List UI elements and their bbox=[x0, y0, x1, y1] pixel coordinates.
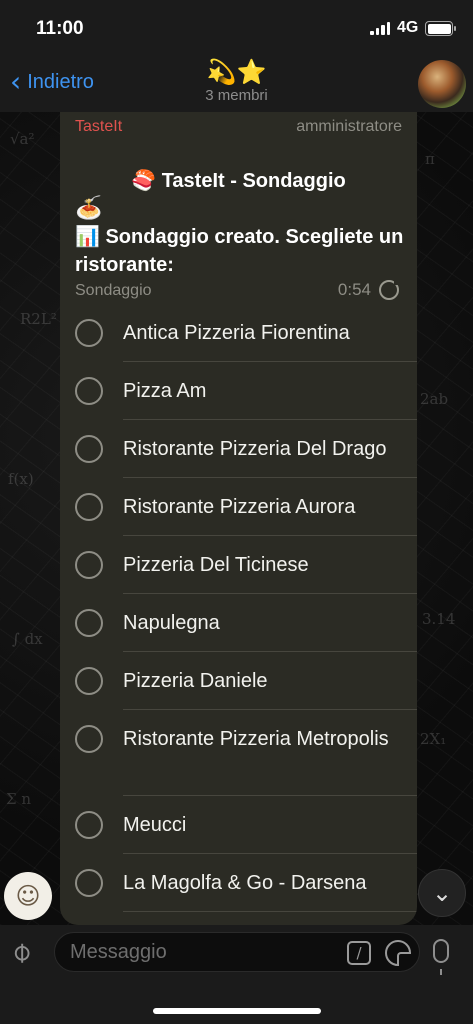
bot-command-icon[interactable]: / bbox=[347, 941, 371, 965]
network-label: 4G bbox=[397, 19, 419, 36]
background-doodle: 2X₁ bbox=[420, 730, 447, 748]
poll-option[interactable]: Ristorante Pizzeria Del Drago bbox=[60, 420, 417, 478]
poll-message-bubble: TasteIt amministratore 🍣 TasteIt - Sonda… bbox=[60, 112, 417, 925]
signal-icon bbox=[370, 22, 390, 35]
poll-option-label: Pizzeria Daniele bbox=[123, 670, 268, 692]
chat-title[interactable]: 💫⭐ bbox=[0, 58, 473, 86]
poll-type-label: Sondaggio bbox=[75, 282, 152, 299]
background-doodle: π bbox=[425, 150, 435, 168]
poll-option[interactable]: La Magolfa & Go - Darsena bbox=[60, 854, 417, 912]
poll-timer: 0:54 bbox=[337, 279, 400, 300]
poll-option[interactable]: Ristorante Pizzeria Aurora bbox=[60, 478, 417, 536]
bot-avatar[interactable]: ☺ bbox=[4, 872, 52, 920]
chat-header: ‹ Indietro 💫⭐ 3 membri bbox=[0, 56, 473, 112]
poll-option-label: Pizza Am bbox=[123, 380, 207, 402]
microphone-icon[interactable] bbox=[433, 939, 449, 975]
poll-option[interactable]: Pizza Am bbox=[60, 362, 417, 420]
poll-option-label: Ristorante Pizzeria Del Drago bbox=[123, 438, 387, 460]
battery-icon bbox=[425, 21, 456, 36]
poll-option[interactable]: Ristorante Pizzeria Metropolis bbox=[60, 710, 417, 796]
radio-icon[interactable] bbox=[75, 493, 103, 521]
timer-icon bbox=[379, 279, 400, 300]
poll-option-label: Antica Pizzeria Fiorentina bbox=[123, 322, 350, 344]
radio-icon[interactable] bbox=[75, 725, 103, 753]
background-doodle: 3.14 bbox=[422, 610, 456, 628]
group-avatar[interactable] bbox=[418, 60, 466, 108]
poll-option-label: Napulegna bbox=[123, 612, 220, 634]
radio-icon[interactable] bbox=[75, 319, 103, 347]
radio-icon[interactable] bbox=[75, 869, 103, 897]
scroll-down-button[interactable]: ⌄ bbox=[418, 869, 466, 917]
chef-icon: ☺ bbox=[15, 882, 41, 910]
home-indicator bbox=[153, 1008, 321, 1014]
radio-icon[interactable] bbox=[75, 667, 103, 695]
message-field: / bbox=[54, 932, 420, 972]
poll-title-text: TasteIt - Sondaggio bbox=[161, 170, 346, 192]
sender-name[interactable]: TasteIt bbox=[75, 118, 122, 136]
spaghetti-emoji: 🍝 bbox=[75, 196, 103, 221]
radio-icon[interactable] bbox=[75, 377, 103, 405]
radio-icon[interactable] bbox=[75, 609, 103, 637]
poll-options: Antica Pizzeria Fiorentina Pizza Am Rist… bbox=[60, 304, 417, 912]
message-input[interactable] bbox=[70, 939, 330, 965]
radio-icon[interactable] bbox=[75, 435, 103, 463]
background-doodle: 2ab bbox=[420, 390, 449, 408]
poll-option[interactable]: Antica Pizzeria Fiorentina bbox=[60, 304, 417, 362]
poll-option-label: Ristorante Pizzeria Aurora bbox=[123, 496, 356, 518]
chevron-down-icon: ⌄ bbox=[431, 879, 453, 907]
timer-value: 0:54 bbox=[337, 280, 371, 299]
divider bbox=[123, 911, 417, 912]
poll-option[interactable]: Pizzeria Daniele bbox=[60, 652, 417, 710]
poll-option-label: Meucci bbox=[123, 814, 187, 836]
background-doodle: √a² bbox=[10, 130, 35, 148]
chart-emoji: 📊 bbox=[75, 224, 100, 248]
poll-title: 🍣 TasteIt - Sondaggio bbox=[60, 168, 417, 193]
background-doodle: f(x) bbox=[8, 470, 34, 488]
chat-subtitle: 3 membri bbox=[205, 87, 268, 104]
background-doodle: R2L² bbox=[20, 310, 57, 328]
poll-option[interactable]: Pizzeria Del Ticinese bbox=[60, 536, 417, 594]
sushi-emoji: 🍣 bbox=[131, 168, 157, 192]
status-bar: 11:00 4G bbox=[0, 0, 473, 56]
poll-option[interactable]: Meucci bbox=[60, 796, 417, 854]
radio-icon[interactable] bbox=[75, 811, 103, 839]
poll-question-text: Sondaggio creato. Scegliete un ristorant… bbox=[75, 226, 404, 276]
poll-question: 📊 Sondaggio creato. Scegliete un ristora… bbox=[75, 222, 405, 279]
radio-icon[interactable] bbox=[75, 551, 103, 579]
background-doodle: ∫ dx bbox=[12, 630, 43, 648]
poll-option[interactable]: Napulegna bbox=[60, 594, 417, 652]
sticker-icon[interactable] bbox=[385, 940, 411, 966]
attach-icon[interactable]: ⌀ bbox=[3, 934, 38, 969]
poll-option-label: Pizzeria Del Ticinese bbox=[123, 554, 309, 576]
message-input-bar: ⌀ / bbox=[0, 925, 473, 1024]
poll-option-label: La Magolfa & Go - Darsena bbox=[123, 872, 367, 894]
background-doodle: Σ n bbox=[6, 790, 32, 808]
poll-option-label: Ristorante Pizzeria Metropolis bbox=[123, 728, 389, 750]
sender-role: amministratore bbox=[296, 118, 402, 135]
status-time: 11:00 bbox=[36, 18, 84, 39]
